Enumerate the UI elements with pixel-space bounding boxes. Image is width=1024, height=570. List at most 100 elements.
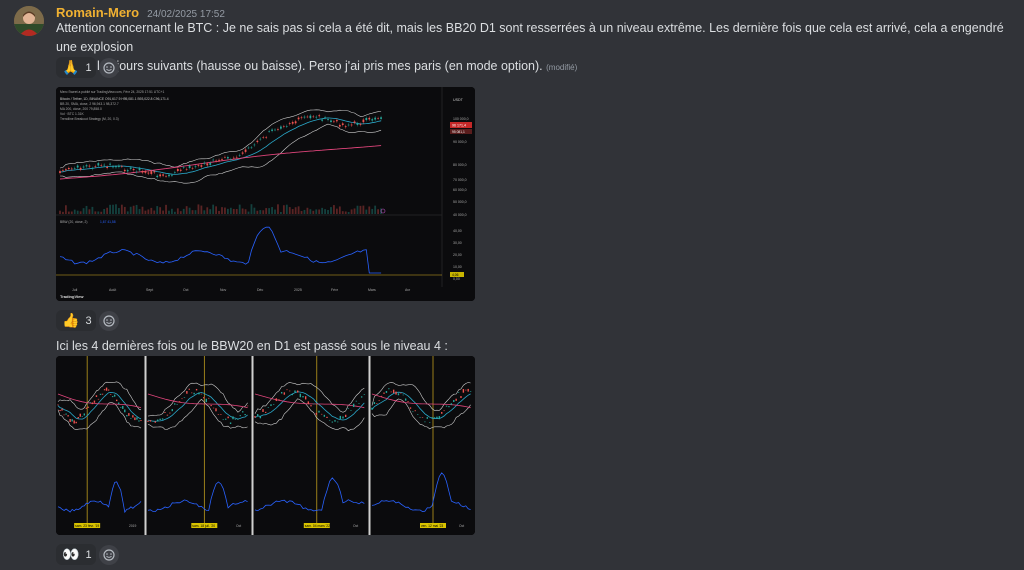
candle <box>162 174 164 176</box>
smiley-icon <box>103 62 115 74</box>
volume-bar <box>79 211 82 214</box>
candle <box>130 417 132 419</box>
candle <box>118 402 120 405</box>
volume-bar <box>353 208 356 214</box>
volume-bar <box>377 209 380 214</box>
candle <box>178 401 181 403</box>
candle <box>238 155 241 156</box>
chart-attachment-2[interactable]: sam. 23 févr. '19 2019 sam. 18 juil. '20 Oc… <box>56 356 475 535</box>
candle <box>315 116 318 118</box>
candle <box>200 393 203 395</box>
candle <box>91 168 94 169</box>
volume-bar <box>200 205 203 214</box>
candle <box>445 405 448 407</box>
candle <box>380 117 382 119</box>
volume-bar <box>218 210 220 214</box>
candle <box>169 412 171 414</box>
volume-bar <box>94 211 97 214</box>
candle <box>256 140 259 143</box>
candle <box>210 405 212 407</box>
candle <box>262 137 265 138</box>
volume-bar <box>135 204 138 214</box>
candle <box>426 417 429 419</box>
chart-ma-legend: MA 200, close, 200 79,858.0 <box>60 107 102 111</box>
candle <box>275 398 278 402</box>
candle <box>285 125 288 127</box>
candle <box>254 416 256 418</box>
candle <box>91 402 94 405</box>
candle <box>61 408 63 411</box>
message-text-2: Ici les 4 dernières fois ou le BBW20 en … <box>56 339 448 353</box>
volume-bar <box>203 210 206 214</box>
axis-tick: Oct <box>459 524 464 528</box>
candle <box>193 392 195 395</box>
candle <box>171 409 173 412</box>
username[interactable]: Romain-Mero <box>56 5 139 20</box>
candle <box>331 421 334 423</box>
candle <box>220 414 222 415</box>
candle <box>338 124 341 127</box>
reaction-thumbsup[interactable]: 👍 3 <box>56 310 96 331</box>
candle <box>105 387 108 391</box>
candle <box>404 398 407 401</box>
price-axis-label: 100 000,0 <box>453 117 469 121</box>
volume-bar <box>338 206 341 214</box>
volume-bar <box>362 205 365 214</box>
candle <box>320 413 323 415</box>
add-reaction-button[interactable] <box>99 58 119 78</box>
volume-bar <box>277 204 279 214</box>
volume-bar <box>315 209 318 214</box>
candle <box>344 414 347 418</box>
volume-bar <box>171 208 173 214</box>
reaction-count: 1 <box>85 548 92 561</box>
volume-bar <box>62 211 64 214</box>
reaction-eyes[interactable]: 👀 1 <box>56 544 96 565</box>
candle <box>376 403 378 404</box>
indicator-tag-text: 4,06 <box>452 273 459 277</box>
candle <box>62 170 64 171</box>
candle <box>63 414 65 416</box>
candle <box>89 402 92 403</box>
candle <box>164 412 166 413</box>
candle <box>362 119 365 123</box>
candle <box>347 408 350 409</box>
candle <box>109 394 112 395</box>
candle <box>212 159 215 161</box>
volume-bar <box>153 210 156 214</box>
avatar[interactable] <box>14 6 44 36</box>
volume-bar <box>259 210 262 214</box>
smiley-icon <box>103 315 115 327</box>
volume-bar <box>156 206 159 214</box>
candle <box>436 416 438 419</box>
volume-bar <box>303 209 306 214</box>
add-reaction-button[interactable] <box>99 545 119 565</box>
candle <box>85 407 88 409</box>
candle <box>448 406 450 408</box>
volume-bar <box>185 206 188 214</box>
volume-bar <box>374 205 377 214</box>
volume-bar <box>297 206 300 214</box>
volume-bar <box>64 205 67 214</box>
candle <box>123 169 126 172</box>
candle <box>83 413 86 416</box>
candle <box>431 417 433 418</box>
volume-bar <box>288 207 291 214</box>
add-reaction-button[interactable] <box>99 311 119 331</box>
chart-attachment-1[interactable]: Mero Sweet a publié sur TradingView.com,… <box>56 87 475 301</box>
candle <box>76 165 79 168</box>
reaction-pray[interactable]: 🙏 1 <box>56 57 96 78</box>
candle <box>306 116 309 118</box>
candle <box>67 167 70 170</box>
candle <box>465 389 467 391</box>
candle <box>253 144 256 146</box>
candle <box>109 163 111 165</box>
candle <box>97 163 100 166</box>
candle <box>232 157 235 159</box>
candle <box>112 166 114 168</box>
month-tick: Févr <box>331 288 339 292</box>
month-tick: Sept <box>146 288 153 292</box>
month-tick: Déc <box>257 288 263 292</box>
candle <box>327 119 329 120</box>
candle <box>373 402 376 405</box>
candle <box>140 420 142 422</box>
